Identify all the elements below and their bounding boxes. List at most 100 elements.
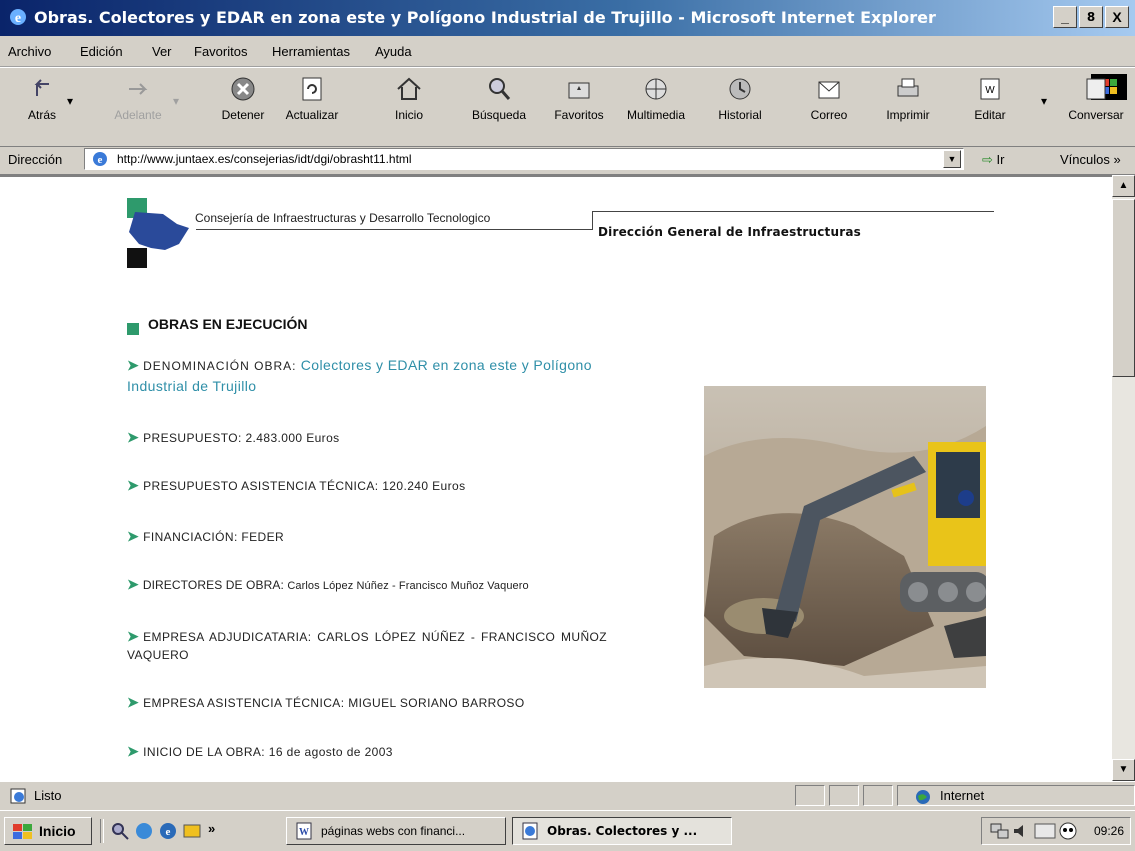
minimize-button[interactable]: _ [1053,6,1077,28]
print-button[interactable]: Imprimir [884,74,932,122]
stop-button[interactable]: Detener [212,74,274,122]
menu-ver[interactable]: Ver [152,44,172,59]
info-label: INICIO DE LA OBRA: [143,745,266,759]
stop-icon [231,77,255,101]
home-label: Inicio [394,108,423,122]
go-button[interactable]: ⇨ Ir [982,152,1004,168]
edit-button[interactable]: W Editar [972,74,1008,122]
arrow-bullet-icon: ➤ [127,528,140,544]
header-line [196,229,592,230]
info-label: EMPRESA ASISTENCIA TÉCNICA: [143,696,345,710]
task-label: Obras. Colectores y ... [547,824,698,838]
title-bar: e Obras. Colectores y EDAR en zona este … [0,0,1135,36]
info-row-directores: ➤ DIRECTORES DE OBRA: Carlos López Núñez … [127,576,529,593]
stop-label: Detener [221,108,265,122]
window-title: Obras. Colectores y EDAR en zona este y … [34,8,936,27]
vertical-scrollbar[interactable]: ▲ ▼ [1112,175,1135,781]
print-icon [897,78,919,97]
media-button[interactable]: Multimedia [622,74,690,122]
history-button[interactable]: Historial [712,74,768,122]
status-cell [829,785,859,806]
favorites-button[interactable]: Favoritos [548,74,610,122]
start-button[interactable]: Inicio [4,817,92,845]
edit-dropdown[interactable]: ▾ [1038,94,1050,108]
info-row-financiacion: ➤ FINANCIACIÓN: FEDER [127,528,284,545]
menu-bar: Archivo Edición Ver Favoritos Herramient… [0,36,1135,100]
refresh-button[interactable]: Actualizar [280,74,344,122]
ie-quicklaunch-icon[interactable]: e [158,821,178,841]
task-paginas-webs[interactable]: W páginas webs con financi... [286,817,506,845]
info-value: Carlos López Núñez - Francisco Muñoz Vaq… [287,580,529,592]
info-row-denominacion: ➤ DENOMINACIÓN OBRA: Colectores y EDAR en… [127,355,707,396]
scroll-thumb[interactable] [1112,199,1135,377]
scroll-up-button[interactable]: ▲ [1112,175,1135,197]
info-row-inicio: ➤ INICIO DE LA OBRA: 16 de agosto de 2003 [127,743,393,760]
panda-antivirus-tray-icon[interactable] [1058,822,1078,840]
search-label: Búsqueda [471,108,527,122]
ie-logo-icon: e [10,9,26,26]
address-dropdown-button[interactable]: ▼ [943,150,961,168]
info-label: EMPRESA ADJUDICATARIA: [143,630,312,644]
forward-arrow-icon [129,83,148,95]
media-icon [645,78,667,100]
app-tray-icon[interactable] [1034,822,1056,840]
refresh-label: Actualizar [285,108,339,122]
zone-cell [897,785,1135,806]
forward-button[interactable]: Adelante [108,74,168,122]
menu-archivo[interactable]: Archivo [8,44,51,59]
menu-herramientas[interactable]: Herramientas [272,44,350,59]
address-input[interactable]: e http://www.juntaex.es/consejerias/idt/… [84,148,964,170]
taskbar-separator [100,819,104,843]
extremadura-logo [127,198,189,268]
arrow-bullet-icon: ➤ [127,477,140,493]
refresh-icon [302,77,322,101]
menu-favoritos[interactable]: Favoritos [194,44,247,59]
svg-text:e: e [166,826,171,838]
mail-icon [818,81,840,99]
close-button[interactable]: X [1105,6,1129,28]
scroll-down-button[interactable]: ▼ [1112,759,1135,781]
address-bar: Dirección e http://www.juntaex.es/consej… [0,146,1135,175]
quicklaunch-chevron[interactable]: » [208,821,215,836]
page-icon: e [93,152,107,166]
print-label: Imprimir [886,108,930,122]
standard-toolbar: Atrás ▾ Adelante ▾ Detener Actualizar In… [0,67,1135,147]
menu-edicion[interactable]: Edición [80,44,123,59]
arrow-bullet-icon: ➤ [127,429,140,445]
info-label: PRESUPUESTO ASISTENCIA TÉCNICA: [143,479,379,493]
info-row-presupuesto-asistencia: ➤ PRESUPUESTO ASISTENCIA TÉCNICA: 120.240… [127,477,466,494]
history-label: Historial [718,108,762,122]
volume-tray-icon[interactable] [1012,822,1030,840]
search-quicklaunch-icon[interactable] [110,821,130,841]
discuss-button[interactable]: Conversar [1060,74,1132,122]
mail-button[interactable]: Correo [806,74,852,122]
search-button[interactable]: Búsqueda [464,74,534,122]
security-zone-label: Internet [940,788,985,803]
word-document-icon: W [296,822,312,840]
favorites-icon [568,82,590,99]
system-tray: 09:26 [981,817,1131,845]
internet-globe-icon [916,790,930,804]
info-value: MIGUEL SORIANO BARROSO [348,696,525,710]
back-dropdown[interactable]: ▾ [64,94,76,108]
maximize-button[interactable]: 8 [1079,6,1103,28]
menu-ayuda[interactable]: Ayuda [375,44,412,59]
header-line-step [592,211,593,230]
go-label: Ir [996,152,1005,167]
info-row-empresa: ➤ EMPRESA ADJUDICATARIA: CARLOS LÓPEZ NÚÑ… [127,627,701,664]
task-obras-colectores[interactable]: Obras. Colectores y ... [512,817,732,845]
info-value-continued: VAQUERO [127,648,189,662]
back-button[interactable]: Atrás [20,74,64,122]
ie-page-icon [522,822,538,840]
section-title: OBRAS EN EJECUCIÓN [148,316,308,332]
home-button[interactable]: Inicio [386,74,432,122]
forward-dropdown[interactable]: ▾ [170,94,182,108]
outlook-quicklaunch-icon[interactable] [182,821,202,841]
info-value: 16 de agosto de 2003 [268,745,393,759]
clock: 09:26 [1093,824,1124,838]
desktop-quicklaunch-icon[interactable] [134,821,154,841]
svg-text:e: e [98,154,103,166]
links-button[interactable]: Vínculos » [1060,152,1121,167]
forward-label: Adelante [114,108,162,122]
network-tray-icon[interactable] [990,822,1010,840]
